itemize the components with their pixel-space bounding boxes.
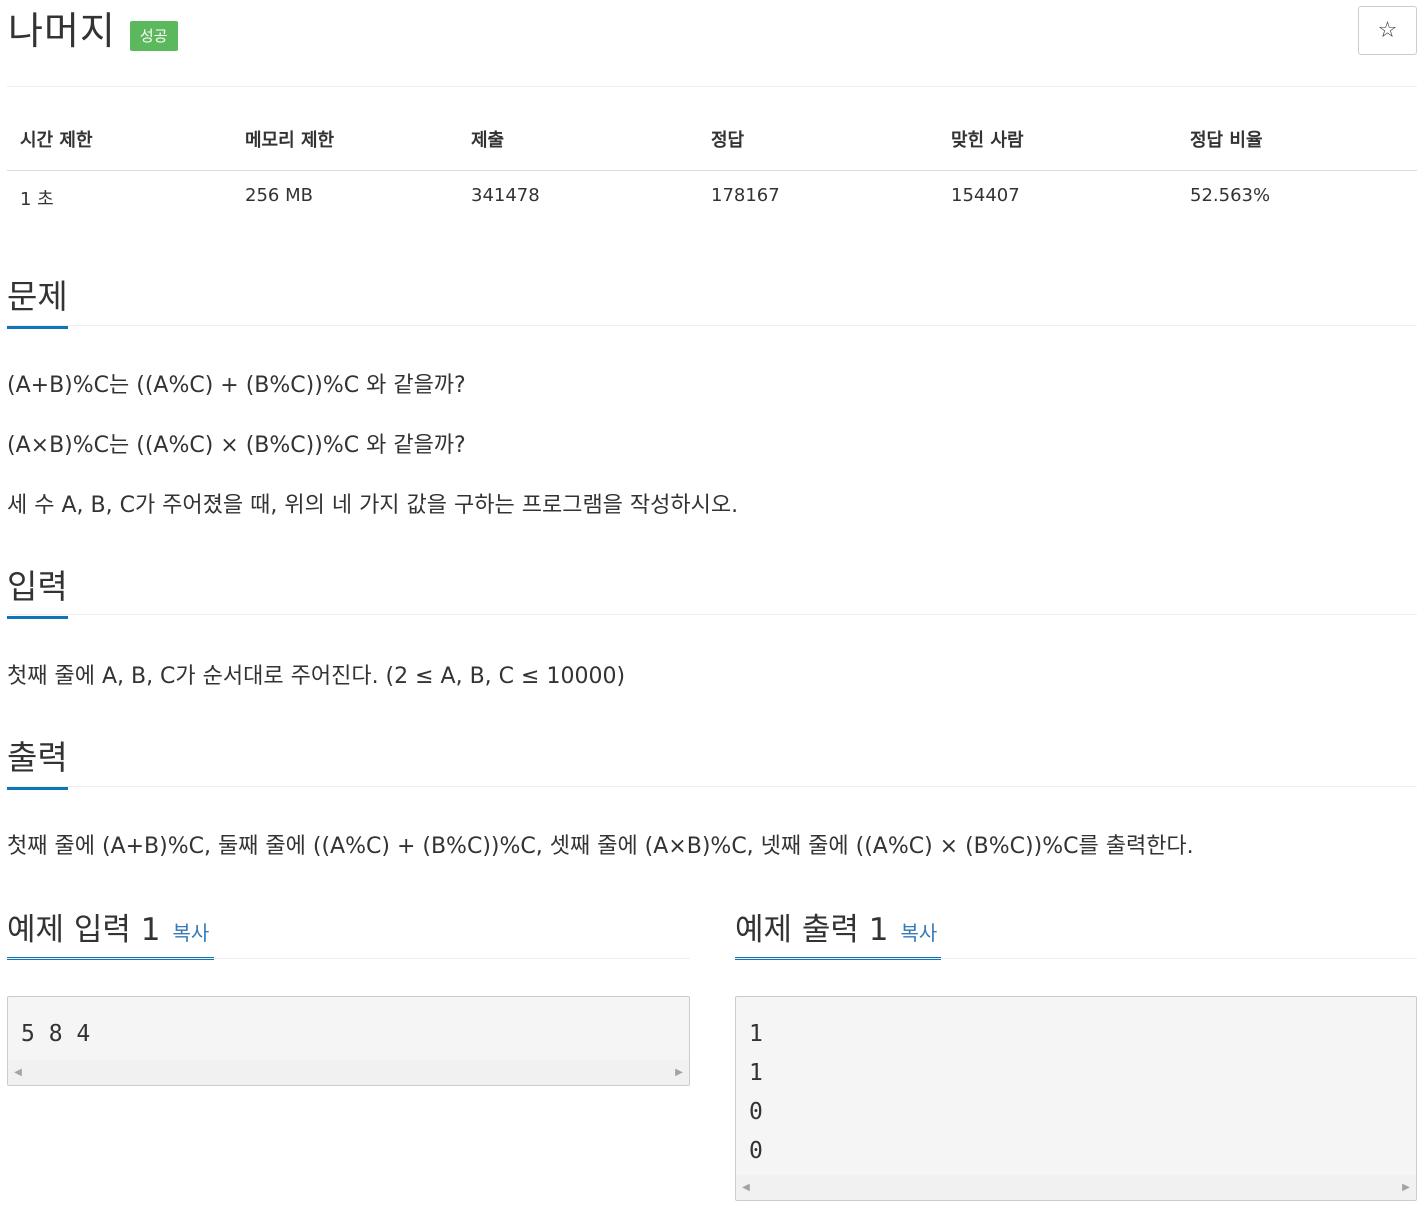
scroll-left-icon[interactable]: ◀ [736, 1175, 756, 1200]
copy-sample-input-link[interactable]: 복사 [173, 921, 210, 945]
sample-output-box[interactable]: 1 1 0 0 ◀ ▶ [735, 996, 1417, 1201]
header-time-limit: 시간 제한 [7, 118, 232, 171]
input-section-heading: 입력 [7, 560, 68, 619]
problem-line-2: (A×B)%C는 ((A%C) × (B%C))%C 와 같을까? [7, 433, 466, 458]
heading-underline [7, 787, 68, 790]
sample-input-box[interactable]: 5 8 4 ◀ ▶ [7, 996, 690, 1086]
problem-line-3: 세 수 A, B, C가 주어졌을 때, 위의 네 가지 값을 구하는 프로그램… [7, 493, 739, 518]
section-divider [7, 958, 690, 959]
header-accept-ratio: 정답 비율 [1177, 118, 1417, 171]
scroll-right-icon[interactable]: ▶ [669, 1060, 689, 1085]
value-solvers: 154407 [951, 184, 1020, 206]
section-divider [7, 325, 1417, 326]
title-divider [7, 86, 1417, 87]
input-description: 첫째 줄에 A, B, C가 순서대로 주어진다. (2 ≤ A, B, C ≤… [7, 664, 626, 689]
star-icon: ☆ [1377, 18, 1398, 43]
problem-section-heading: 문제 [7, 270, 68, 329]
value-submissions: 341478 [471, 184, 540, 206]
status-badge: 성공 [129, 21, 178, 51]
horizontal-scrollbar[interactable]: ◀ ▶ [736, 1175, 1416, 1200]
problem-line-1: (A+B)%C는 ((A%C) + (B%C))%C 와 같을까? [7, 373, 466, 398]
sample-input-heading: 예제 입력 1 복사 [7, 904, 209, 949]
value-time-limit: 1 초 [20, 188, 54, 210]
heading-underline [7, 326, 68, 329]
sample-output-heading: 예제 출력 1 복사 [735, 904, 937, 949]
table-header-row: 시간 제한 메모리 제한 제출 정답 맞힌 사람 정답 비율 [7, 118, 1417, 171]
value-accepted: 178167 [711, 184, 780, 206]
favorite-star-button[interactable]: ☆ [1358, 6, 1417, 55]
header-memory-limit: 메모리 제한 [232, 118, 458, 171]
horizontal-scrollbar[interactable]: ◀ ▶ [8, 1060, 689, 1085]
sample-output-content: 1 1 0 0 [749, 1021, 763, 1164]
output-section-heading: 출력 [7, 731, 68, 790]
scroll-right-icon[interactable]: ▶ [1396, 1175, 1416, 1200]
value-accept-ratio: 52.563% [1190, 184, 1271, 206]
header-submissions: 제출 [458, 118, 698, 171]
scroll-left-icon[interactable]: ◀ [8, 1060, 28, 1085]
output-description: 첫째 줄에 (A+B)%C, 둘째 줄에 ((A%C) + (B%C))%C, … [7, 834, 1194, 859]
value-memory-limit: 256 MB [245, 184, 313, 206]
header-accepted: 정답 [698, 118, 938, 171]
output-heading-text: 출력 [7, 738, 68, 777]
problem-heading-text: 문제 [7, 277, 68, 316]
table-row: 1 초 256 MB 341478 178167 154407 52.563% [7, 170, 1417, 228]
section-divider [735, 958, 1417, 959]
input-heading-text: 입력 [7, 567, 68, 606]
copy-sample-output-link[interactable]: 복사 [901, 921, 938, 945]
section-divider [7, 786, 1417, 787]
sample-input-content: 5 8 4 [21, 1021, 91, 1047]
problem-info-table: 시간 제한 메모리 제한 제출 정답 맞힌 사람 정답 비율 1 초 256 M… [7, 118, 1417, 228]
header-solvers: 맞힌 사람 [938, 118, 1177, 171]
problem-title: 나머지 [8, 9, 116, 53]
sample-input-title: 예제 입력 1 [7, 912, 161, 948]
section-divider [7, 614, 1417, 615]
title-row: 나머지 성공 [8, 4, 178, 58]
sample-output-title: 예제 출력 1 [735, 912, 889, 948]
heading-underline [7, 616, 68, 619]
